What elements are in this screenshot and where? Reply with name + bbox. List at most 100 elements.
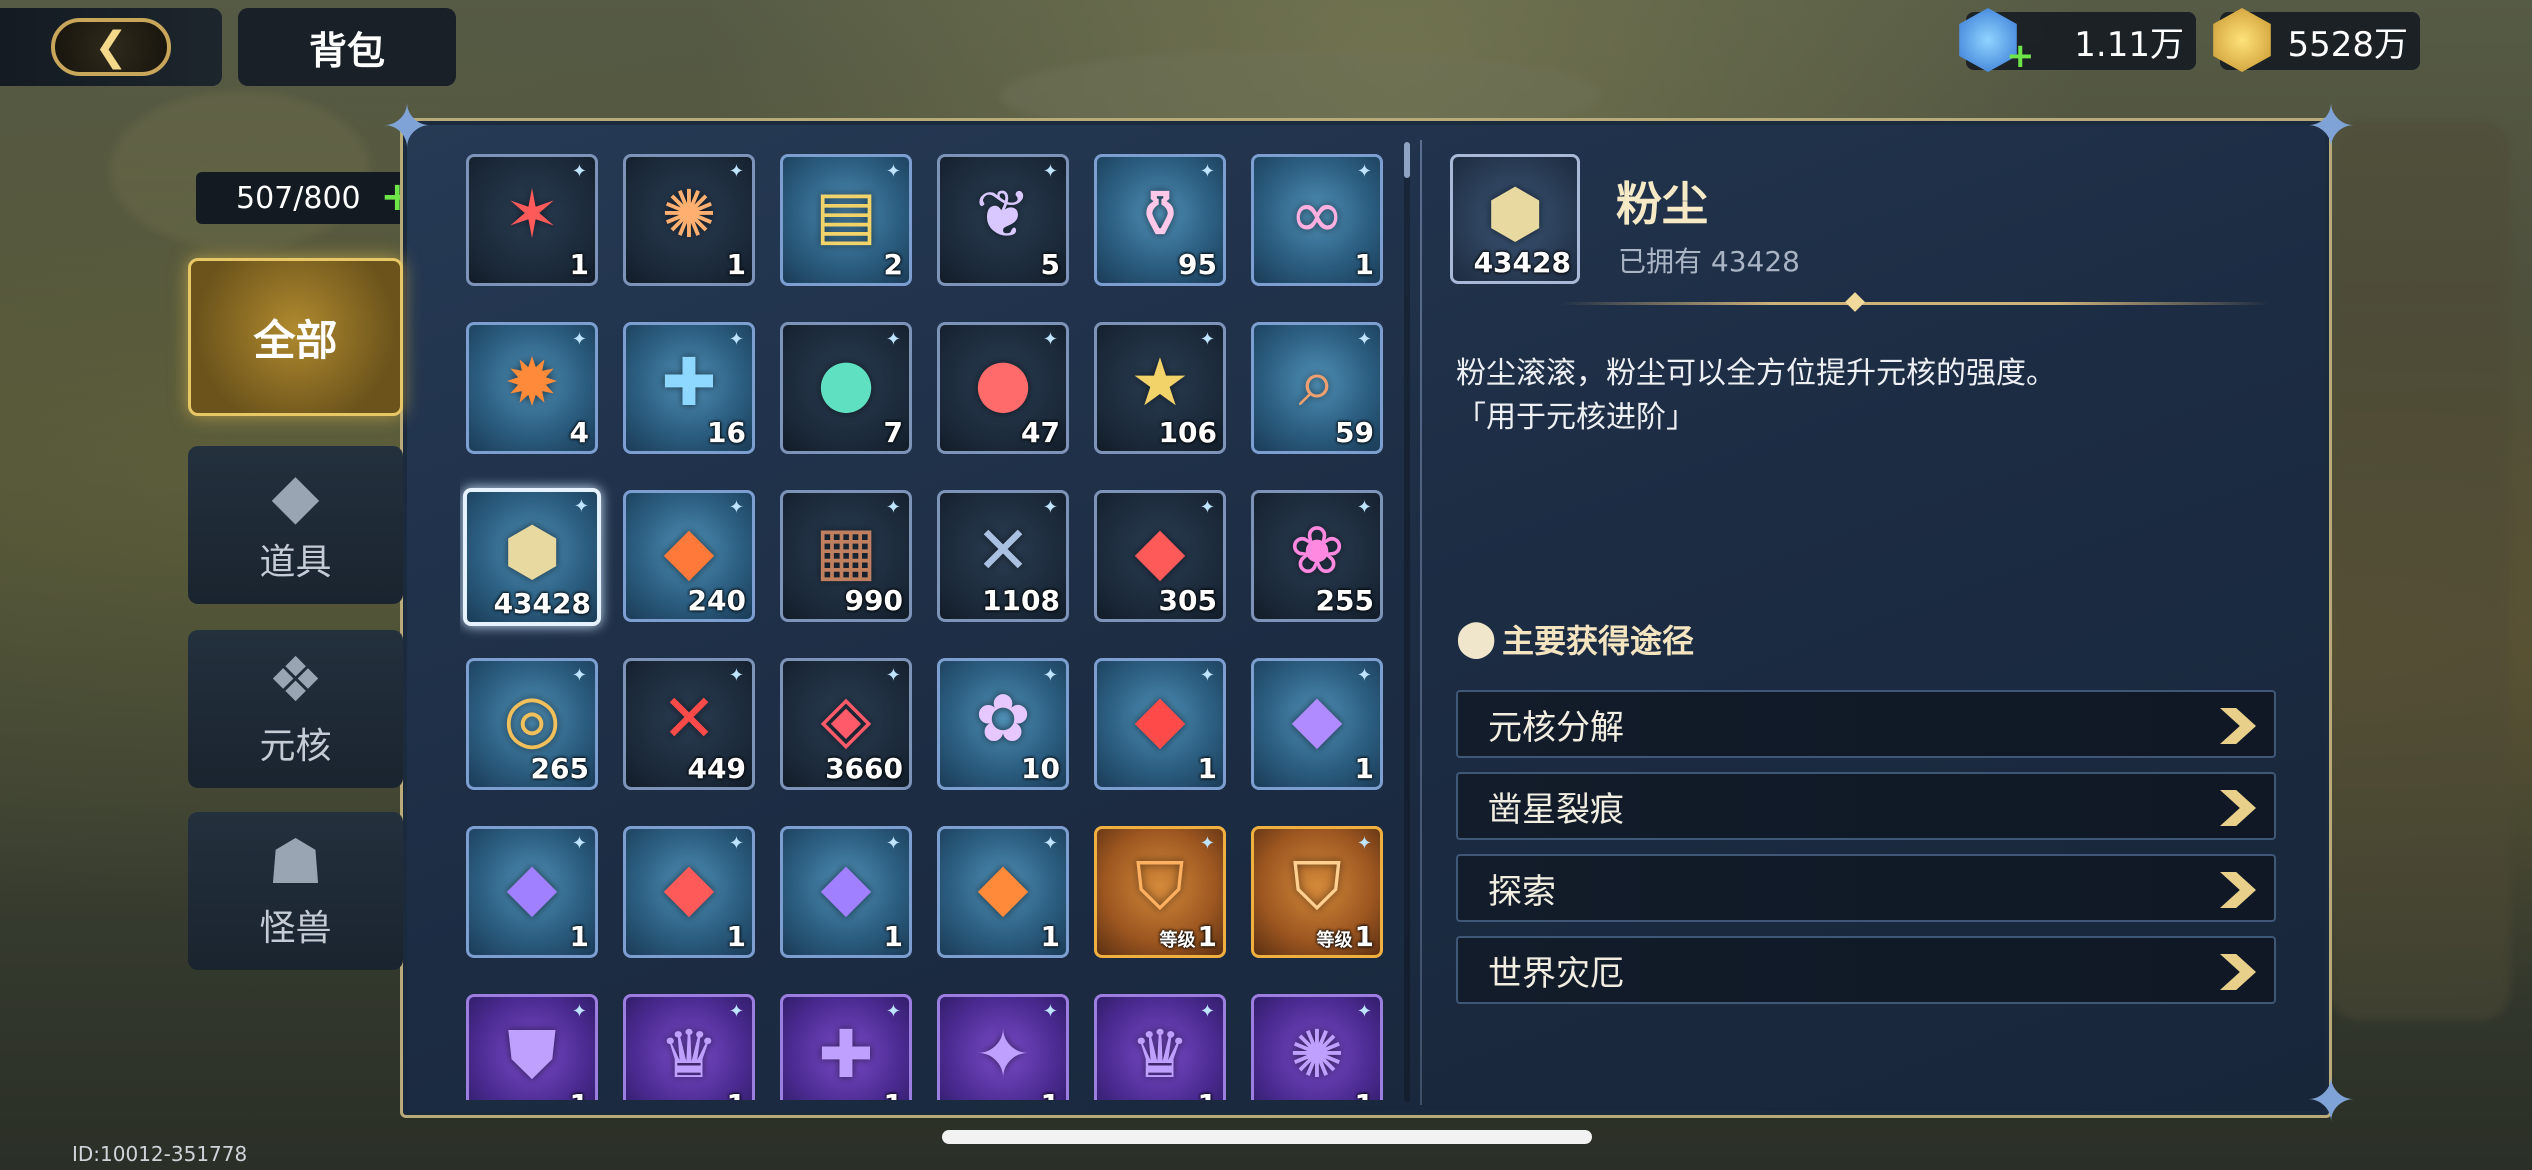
item-count: 1 (1355, 752, 1374, 785)
source-label: 探索 (1488, 871, 1556, 912)
item-slot[interactable]: ✦ ✚ 1 (780, 994, 912, 1100)
item-slot[interactable]: ✦ ✿ 10 (937, 658, 1069, 790)
item-slot[interactable]: ✦ ♛ 1 (1094, 994, 1226, 1100)
sparkle-icon: ✦ (571, 1001, 587, 1022)
item-count: 1 (1355, 1088, 1374, 1100)
sparkle-icon: ✦ (885, 1001, 901, 1022)
crossed-blades-icon: ✕ (975, 511, 1031, 589)
item-slot[interactable]: ✦ ● 47 (937, 322, 1069, 454)
purple-claw-icon: ✦ (975, 1015, 1031, 1093)
item-count-value: 305 (1158, 584, 1217, 617)
item-count-value: 5 (1040, 248, 1060, 281)
item-grid[interactable]: ✦ ✶ 1 ✦ ✺ 1 ✦ ▤ 2 ✦ ❦ 5 ✦ ⚱ 95 ✦ ∞ 1 ✦ ✹ 4 ✦ ✚ 16 ✦ ● 7 ✦ ● 47 ✦ ★ 106 ✦ ⌕… (460, 140, 1410, 1100)
tab-label: 元核 (259, 726, 332, 767)
sparkle-icon: ✦ (728, 497, 744, 518)
item-count: 1108 (982, 584, 1060, 617)
sparkle-icon: ✦ (1356, 1001, 1372, 1022)
item-count-value: 990 (844, 584, 903, 617)
source-label: 世界灾厄 (1488, 953, 1624, 994)
source-label: 元核分解 (1488, 707, 1624, 748)
sources-title: 主要获得途径 (1502, 622, 1695, 660)
item-slot[interactable]: ✦ ✹ 4 (466, 322, 598, 454)
sparkle-icon: ✦ (885, 497, 901, 518)
source-button-core-decompose[interactable]: 元核分解 (1456, 690, 2276, 758)
item-slot[interactable]: ✦ ✺ 1 (1251, 994, 1383, 1100)
item-count: 10 (1021, 752, 1060, 785)
item-slot[interactable]: ✦ ⌕ 59 (1251, 322, 1383, 454)
item-count: 2 (884, 248, 903, 281)
crystal-icon: ◆ (271, 459, 320, 532)
gem-currency[interactable]: + 1.11万 (1959, 8, 2196, 76)
item-slot[interactable]: ✦ ∞ 1 (1251, 154, 1383, 286)
tab-all[interactable]: 全部 (188, 258, 403, 416)
sparkle-icon: ✦ (1199, 497, 1215, 518)
source-button-explore[interactable]: 探索 (1456, 854, 2276, 922)
item-slot[interactable]: ✦ ✶ 1 (466, 154, 598, 286)
sparkle-icon: ✦ (1042, 833, 1058, 854)
item-slot[interactable]: ✦ ♛ 1 (623, 994, 755, 1100)
chevron-right-icon (2220, 872, 2256, 908)
item-slot[interactable]: ✦ ◆ 1 (466, 826, 598, 958)
sparkle-icon: ✦ (571, 329, 587, 350)
item-count-value: 1108 (982, 584, 1060, 617)
item-slot[interactable]: ✦ ✕ 1108 (937, 490, 1069, 622)
item-count: 3660 (825, 752, 903, 785)
sparkle-icon: ✦ (1356, 161, 1372, 182)
back-arrow-icon: ❮ (51, 18, 171, 76)
item-slot[interactable]: ✦ ✕ 449 (623, 658, 755, 790)
item-slot[interactable]: ✦ ✺ 1 (623, 154, 755, 286)
item-count: 等级1 (1317, 920, 1374, 953)
item-slot[interactable]: ✦ ⛉ 等级1 (1094, 826, 1226, 958)
item-slot[interactable]: ✦ ◆ 1 (1251, 658, 1383, 790)
tab-items[interactable]: ◆ 道具 (188, 446, 403, 604)
item-slot[interactable]: ✦ ◆ 1 (623, 826, 755, 958)
item-slot[interactable]: ✦ ✚ 16 (623, 322, 755, 454)
item-slot[interactable]: ✦ ❀ 255 (1251, 490, 1383, 622)
item-slot[interactable]: ✦ ◆ 1 (1094, 658, 1226, 790)
item-count: 16 (707, 416, 746, 449)
item-slot[interactable]: ✦ ● 7 (780, 322, 912, 454)
sparkle-icon: ✦ (1199, 161, 1215, 182)
item-slot[interactable]: ✦ ◆ 240 (623, 490, 755, 622)
item-count-value: 1 (1197, 752, 1217, 785)
sparkle-icon: ✦ (728, 1001, 744, 1022)
item-slot[interactable]: ✦ ★ 106 (1094, 322, 1226, 454)
monster-icon: ☗ (267, 825, 324, 898)
item-slot[interactable]: ✦ ◆ 305 (1094, 490, 1226, 622)
item-slot[interactable]: ✦ ◆ 1 (780, 826, 912, 958)
winged-star-icon: ★ (1130, 343, 1190, 421)
item-slot[interactable]: ✦ ⛊ 1 (466, 994, 598, 1100)
item-slot[interactable]: ✦ ▦ 990 (780, 490, 912, 622)
source-button-star-rift[interactable]: 凿星裂痕 (1456, 772, 2276, 840)
coin-currency[interactable]: 5528万 (2213, 8, 2420, 72)
scrollbar-thumb[interactable] (1404, 142, 1410, 178)
purple-shield-icon: ⛊ (507, 1015, 557, 1093)
item-slot[interactable]: ✦ ◎ 265 (466, 658, 598, 790)
gold-coin-icon (2213, 8, 2271, 72)
item-count: 4 (570, 416, 589, 449)
item-slot[interactable]: ✦ ❦ 5 (937, 154, 1069, 286)
core-icon: ❖ (267, 643, 324, 716)
item-slot[interactable]: ✦ ◆ 1 (937, 826, 1069, 958)
item-slot[interactable]: ✦ ◈ 3660 (780, 658, 912, 790)
item-slot[interactable]: ✦ ✦ 1 (937, 994, 1069, 1100)
source-button-world-calamity[interactable]: 世界灾厄 (1456, 936, 2276, 1004)
item-slot[interactable]: ✦ ⚱ 95 (1094, 154, 1226, 286)
tab-label: 道具 (259, 542, 332, 583)
sparkle-icon: ✦ (1356, 497, 1372, 518)
item-count-value: 265 (530, 752, 589, 785)
home-indicator[interactable] (942, 1130, 1592, 1144)
back-button[interactable]: ❮ (0, 8, 222, 86)
item-slot[interactable]: ✦ ⛉ 等级1 (1251, 826, 1383, 958)
grid-scrollbar[interactable] (1404, 142, 1410, 1102)
item-count: 1 (727, 1088, 746, 1100)
sparkle-icon: ✦ (728, 161, 744, 182)
red-gem-orb-icon: ● (974, 343, 1032, 421)
item-slot[interactable]: ✦ ⬢ 43428 (463, 488, 601, 626)
potion-bottle-icon: ⚱ (1132, 175, 1188, 253)
tab-cores[interactable]: ❖ 元核 (188, 630, 403, 788)
item-count: 47 (1021, 416, 1060, 449)
item-count-value: 1 (884, 1088, 903, 1100)
tab-monsters[interactable]: ☗ 怪兽 (188, 812, 403, 970)
item-slot[interactable]: ✦ ▤ 2 (780, 154, 912, 286)
